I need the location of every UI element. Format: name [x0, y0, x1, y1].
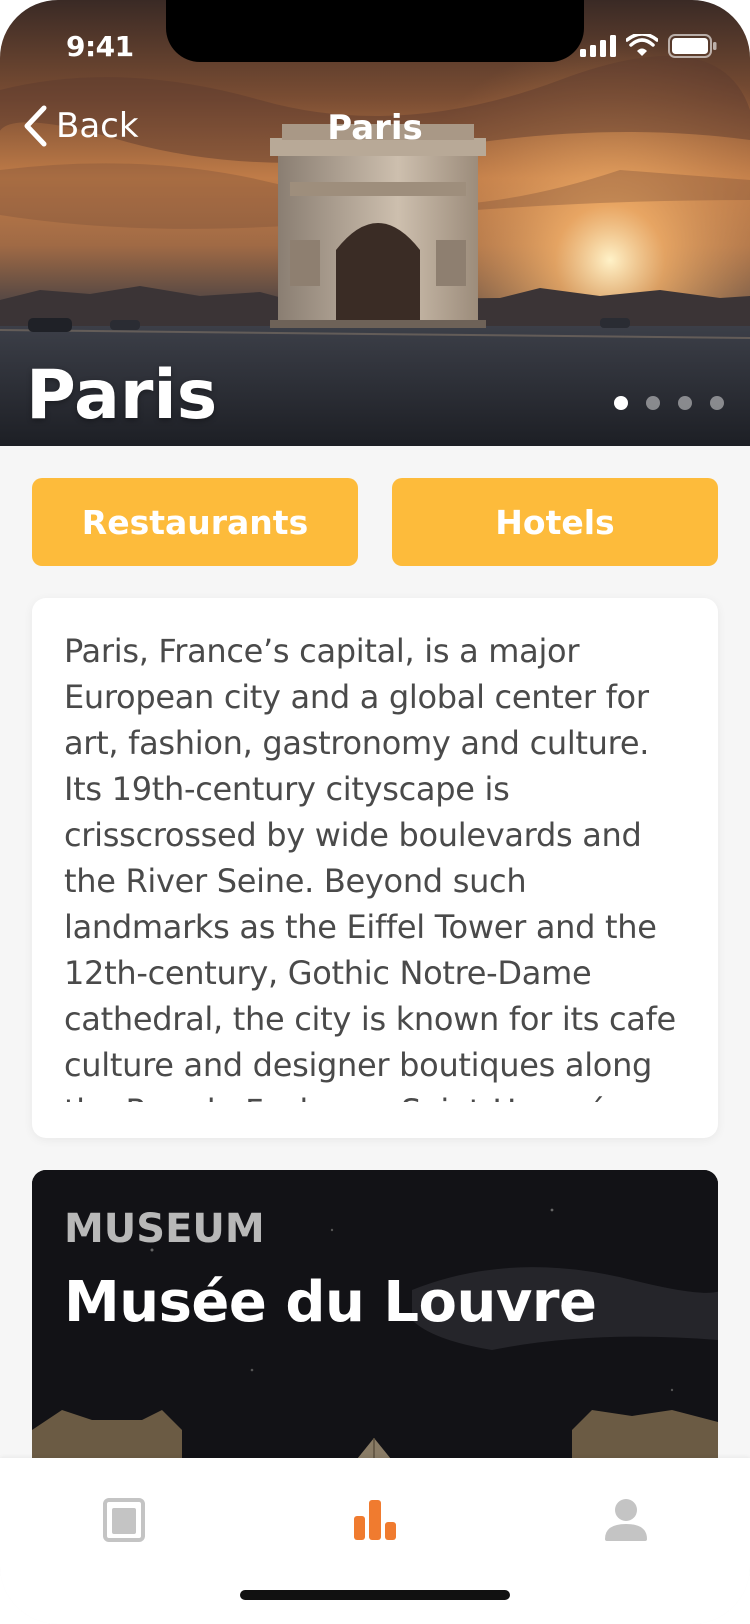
phone-screen: 9:41 Back Paris Paris Restaurants Hotels… [0, 0, 750, 1624]
tab-news[interactable] [94, 1490, 154, 1550]
nav-title: Paris [327, 108, 423, 148]
home-indicator [240, 1590, 510, 1600]
bar-chart-icon [354, 1500, 396, 1540]
hotels-button[interactable]: Hotels [392, 478, 718, 566]
description-card[interactable]: Paris, France’s capital, is a major Euro… [32, 598, 718, 1138]
tab-profile[interactable] [596, 1490, 656, 1550]
featured-museum-card[interactable]: MUSEUM Musée du Louvre [32, 1170, 718, 1490]
battery-icon [668, 34, 717, 58]
description-text: Paris, France’s capital, is a major Euro… [64, 632, 676, 1102]
newspaper-icon [103, 1498, 145, 1542]
hero-image: 9:41 Back Paris Paris [0, 0, 750, 446]
status-icons [580, 34, 718, 58]
pager-dot[interactable] [678, 396, 692, 410]
status-time: 9:41 [66, 30, 134, 63]
pager-dot[interactable] [614, 396, 628, 410]
pager-dot[interactable] [710, 396, 724, 410]
featured-name: Musée du Louvre [64, 1270, 597, 1335]
restaurants-button[interactable]: Restaurants [32, 478, 358, 566]
notch [166, 0, 584, 62]
featured-category: MUSEUM [64, 1206, 265, 1252]
image-pager[interactable] [614, 396, 724, 410]
hero-title: Paris [26, 356, 218, 435]
wifi-icon [626, 34, 658, 56]
signal-icon [580, 35, 616, 57]
user-icon [605, 1499, 647, 1541]
tab-stats[interactable] [345, 1490, 405, 1550]
pager-dot[interactable] [646, 396, 660, 410]
